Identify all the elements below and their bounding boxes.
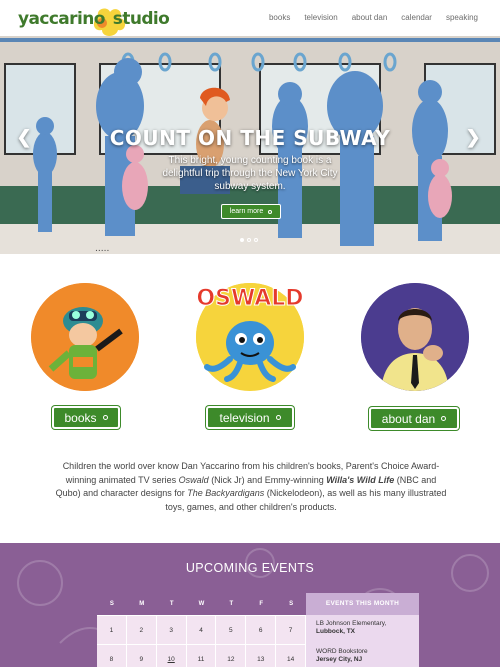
books-illustration[interactable] — [31, 283, 139, 391]
events-title: UPCOMING EVENTS — [185, 561, 315, 575]
intro-title-willa: Willa's Wild Life — [326, 474, 395, 485]
svg-text:.....: ..... — [95, 244, 109, 254]
event-location: Lubbock, TX — [316, 628, 355, 635]
television-illustration[interactable]: OSWALD — [196, 283, 304, 391]
event-venue: WORD Bookstore — [316, 648, 368, 655]
hero-title: COUNT ON THE SUBWAY — [109, 126, 391, 150]
about-dan-button-label: about dan — [381, 411, 436, 426]
hero-carousel: ..... COUNT ON THE SUBWAY This bright, y… — [0, 36, 500, 254]
calendar-day[interactable]: 1 — [97, 615, 127, 644]
weekday-label: T — [169, 601, 174, 607]
button-circle-icon — [268, 209, 273, 214]
logo-wordmark: yaccarino studio — [18, 9, 170, 29]
books-button-label: books — [64, 410, 97, 425]
weekday-label: S — [109, 601, 114, 607]
oswald-octopus-icon: OSWALD — [196, 283, 304, 385]
logo[interactable]: yaccarino studio — [18, 6, 170, 36]
astronaut-icon — [31, 283, 139, 391]
main-nav: books television about dan calendar spea… — [269, 13, 478, 22]
feature-television: OSWALD — [185, 283, 315, 391]
calendar-day[interactable]: 13 — [246, 644, 277, 667]
calendar-week-row: 8 9 10 11 12 13 14 — [97, 644, 307, 667]
nav-calendar[interactable]: calendar — [401, 13, 432, 22]
carousel-dot-2[interactable] — [247, 238, 251, 242]
calendar-day[interactable]: 14 — [276, 644, 307, 667]
logo-text-studio: studio — [112, 9, 170, 29]
weekday-label: W — [198, 601, 205, 607]
intro-text-2: (Nick Jr) and Emmy-winning — [208, 474, 327, 485]
events-section: UPCOMING EVENTS S M T W T F S 1 2 3 4 5 … — [0, 543, 500, 667]
feature-about-dan — [350, 283, 480, 391]
carousel-pagination — [240, 238, 258, 242]
intro-title-oswald: Oswald — [178, 474, 209, 485]
calendar-day[interactable]: 12 — [216, 644, 247, 667]
calendar-week-row: 1 2 3 4 5 6 7 — [97, 615, 307, 644]
weekday-label: T — [229, 601, 234, 607]
intro-paragraph: Children the world over know Dan Yaccari… — [55, 460, 447, 514]
feature-books — [20, 283, 150, 391]
oswald-logo-text: OSWALD — [196, 286, 303, 311]
learn-more-button[interactable]: learn more — [221, 204, 281, 219]
site-header: yaccarino studio books television about d… — [0, 0, 500, 36]
events-this-month-panel: EVENTS THIS MONTH LB Johnson Elementary,… — [306, 593, 419, 667]
carousel-dot-1[interactable] — [240, 238, 244, 242]
carousel-dot-3[interactable] — [254, 238, 258, 242]
carousel-prev-arrow-icon[interactable]: ❮ — [15, 128, 33, 146]
calendar-weekday-header: S M T W T F S — [97, 593, 306, 615]
television-button[interactable]: television — [206, 406, 294, 429]
event-item[interactable]: WORD Bookstore Jersey City, NJ — [306, 636, 419, 664]
calendar-day[interactable]: 6 — [246, 615, 277, 644]
calendar-day[interactable]: 2 — [126, 615, 157, 644]
learn-more-label: learn more — [229, 208, 264, 215]
dan-portrait-icon — [361, 283, 469, 391]
events-month-header: EVENTS THIS MONTH — [306, 593, 419, 615]
hero-description: This bright, young counting book is a de… — [162, 155, 338, 192]
events-calendar: S M T W T F S 1 2 3 4 5 6 7 8 9 10 11 12… — [97, 593, 307, 667]
event-location: Jersey City, NJ — [316, 656, 363, 663]
calendar-day-today[interactable]: 10 — [156, 644, 187, 667]
intro-title-backyardigans: The Backyardigans — [187, 488, 265, 498]
event-item[interactable]: LB Johnson Elementary, Lubbock, TX — [306, 615, 419, 636]
about-dan-photo[interactable] — [361, 283, 469, 391]
television-button-label: television — [219, 410, 270, 425]
nav-books[interactable]: books — [269, 13, 290, 22]
button-circle-icon — [441, 416, 447, 421]
calendar-day[interactable]: 7 — [276, 615, 307, 644]
calendar-day[interactable]: 8 — [97, 644, 127, 667]
button-circle-icon — [275, 415, 281, 420]
calendar-day[interactable]: 4 — [186, 615, 217, 644]
about-dan-button[interactable]: about dan — [369, 407, 459, 430]
nav-speaking[interactable]: speaking — [446, 13, 478, 22]
weekday-label: F — [259, 601, 264, 607]
logo-text-yaccarino: yaccarino — [18, 9, 105, 29]
nav-about-dan[interactable]: about dan — [352, 13, 388, 22]
nav-television[interactable]: television — [304, 13, 337, 22]
calendar-day[interactable]: 3 — [156, 615, 187, 644]
books-button[interactable]: books — [52, 406, 120, 429]
weekday-label: S — [289, 601, 294, 607]
calendar-day[interactable]: 11 — [186, 644, 217, 667]
calendar-day[interactable]: 9 — [126, 644, 157, 667]
weekday-label: M — [139, 601, 145, 607]
carousel-next-arrow-icon[interactable]: ❯ — [464, 128, 482, 146]
event-venue: LB Johnson Elementary, — [316, 620, 387, 627]
calendar-day[interactable]: 5 — [216, 615, 247, 644]
button-circle-icon — [102, 415, 108, 420]
